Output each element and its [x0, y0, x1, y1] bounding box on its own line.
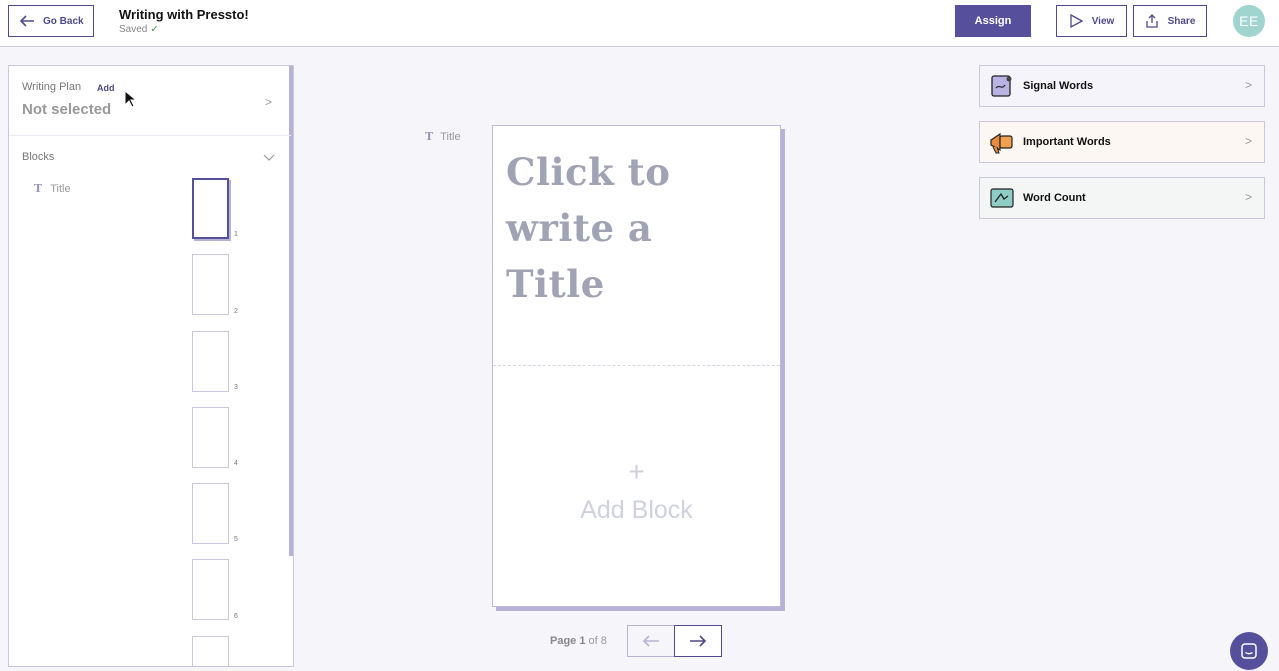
add-block-button[interactable]: Add Block [493, 496, 780, 525]
arrow-right-icon [690, 635, 707, 647]
chevron-down-icon[interactable] [263, 152, 275, 162]
block-separator [493, 365, 780, 366]
page-thumbnail[interactable] [192, 178, 229, 239]
document-page: Click to write a Title + Add Block [492, 125, 781, 607]
text-block-icon: T [425, 130, 434, 143]
check-icon: ✓ [150, 24, 159, 35]
page-thumbnail[interactable] [192, 483, 229, 544]
left-panel: Writing Plan Add Not selected > Blocks T… [8, 65, 294, 667]
page-thumbnail-number: 4 [234, 460, 238, 467]
chat-icon [1241, 643, 1257, 659]
divider [9, 135, 291, 136]
writing-plan-add-button[interactable]: Add [97, 83, 115, 93]
view-button[interactable]: View [1056, 5, 1127, 37]
of-word: of [588, 635, 598, 647]
share-icon [1145, 14, 1158, 28]
share-label: Share [1167, 15, 1196, 27]
plus-icon[interactable]: + [493, 456, 780, 488]
arrow-left-icon [19, 15, 34, 27]
signal-words-label: Signal Words [1023, 80, 1094, 92]
total-pages: 8 [600, 635, 607, 647]
page-thumbnail-number: 1 [234, 231, 238, 238]
play-icon [1070, 14, 1083, 28]
chevron-right-icon: > [1244, 78, 1252, 92]
page-thumbnail-number: 2 [234, 308, 238, 315]
document-title: Writing with Pressto! [119, 7, 249, 22]
share-button[interactable]: Share [1133, 5, 1207, 37]
text-block-icon: T [34, 182, 43, 195]
page-thumbnail[interactable] [192, 254, 229, 315]
scrollbar[interactable] [289, 66, 293, 556]
title-placeholder[interactable]: Click to write a Title [506, 144, 706, 312]
save-status-label: Saved [119, 24, 148, 35]
assign-button[interactable]: Assign [955, 5, 1031, 37]
chevron-right-icon: > [1244, 134, 1252, 148]
chevron-right-icon[interactable]: > [265, 95, 272, 109]
signal-words-panel[interactable]: Signal Words > [979, 65, 1265, 107]
block-list-item-label: Title [50, 182, 71, 195]
previous-page-button[interactable] [627, 625, 675, 657]
chevron-right-icon: > [1244, 190, 1252, 204]
page-block-label: T Title [425, 130, 461, 143]
page-thumbnail-number: 5 [234, 536, 238, 543]
page-thumbnail-number: 6 [234, 613, 238, 620]
page-thumbnail-number: 3 [234, 384, 238, 391]
page-thumbnail[interactable] [192, 636, 229, 666]
save-status: Saved ✓ [119, 24, 159, 35]
important-words-icon [990, 132, 1013, 154]
word-count-icon [990, 188, 1014, 208]
avatar[interactable]: EE [1233, 5, 1265, 37]
writing-plan-value[interactable]: Not selected [22, 101, 111, 118]
mouse-cursor-icon [124, 90, 136, 108]
writing-plan-label: Writing Plan [22, 81, 82, 93]
go-back-label: Go Back [43, 15, 84, 27]
important-words-panel[interactable]: Important Words > [979, 121, 1265, 163]
word-count-label: Word Count [1023, 192, 1086, 204]
top-bar: Go Back Writing with Pressto! Saved ✓ As… [0, 0, 1279, 47]
blocks-label: Blocks [22, 151, 55, 163]
page-block-label-text: Title [440, 130, 461, 143]
view-label: View [1091, 15, 1115, 27]
word-count-panel[interactable]: Word Count > [979, 177, 1265, 219]
page-thumbnail[interactable] [192, 407, 229, 468]
arrow-left-icon [642, 635, 659, 647]
next-page-button[interactable] [674, 625, 722, 657]
page-thumbnail[interactable] [192, 559, 229, 620]
current-page: 1 [579, 635, 586, 647]
signal-words-icon [991, 75, 1012, 97]
go-back-button[interactable]: Go Back [8, 5, 94, 37]
page-thumbnail[interactable] [192, 331, 229, 392]
page-indicator: Page 1 of 8 [550, 635, 607, 647]
block-list-item-title[interactable]: T Title [34, 182, 71, 195]
important-words-label: Important Words [1023, 136, 1111, 148]
page-word: Page [550, 635, 577, 647]
chat-support-button[interactable] [1230, 632, 1268, 670]
